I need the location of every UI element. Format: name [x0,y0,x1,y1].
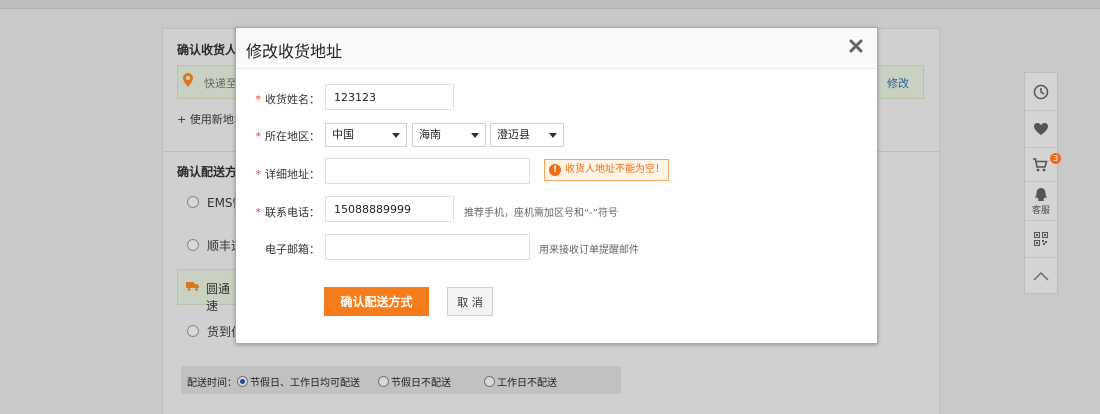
history-button[interactable] [1025,73,1057,110]
delivery-option-label: 圆通速 [206,282,231,313]
delivery-time-option-no-holiday[interactable]: 节假日不配送 [378,374,451,389]
top-strip [0,0,1100,9]
delivery-time-bar: 配送时间： 节假日、工作日均可配送 节假日不配送 工作日不配送 [181,366,621,394]
phone-hint: 推荐手机，座机需加区号和“-”符号 [464,208,618,219]
customer-service-button[interactable]: 客服 [1025,182,1057,220]
floating-sidebar: 3 客服 [1024,72,1061,294]
delivery-time-option-all[interactable]: 节假日、工作日均可配送 [237,374,360,389]
cart-icon [1033,157,1048,171]
name-label-text: 收货姓名： [265,93,320,106]
county-select[interactable]: 澄迈县 [490,123,564,147]
email-input[interactable] [325,234,530,260]
phone-label: * 联系电话： [236,204,321,220]
qrcode-icon [1034,232,1048,246]
delivery-time-option-label: 节假日、工作日均可配送 [250,378,360,389]
province-select-value: 海南 [419,128,441,141]
name-label: * 收货姓名： [236,91,321,107]
region-label: * 所在地区： [236,128,321,144]
address-error-text: 收货人地址不能为空！ [565,164,665,175]
confirm-delivery-button[interactable]: 确认配送方式 [324,287,429,316]
qq-icon [1035,187,1047,201]
warning-icon: ! [549,164,561,176]
modal-header: 修改收货地址 [236,28,877,69]
modify-address-link[interactable]: 修改 [887,75,909,91]
customer-service-label: 客服 [1031,205,1050,216]
radio-icon[interactable] [187,196,199,208]
radio-selected-icon[interactable] [237,376,248,387]
close-icon[interactable] [847,37,865,55]
country-select[interactable]: 中国 [325,123,407,147]
location-pin-icon [183,73,193,87]
country-select-value: 中国 [332,128,354,141]
heart-icon [1034,123,1048,135]
cancel-button[interactable]: 取 消 [447,287,493,316]
delivery-option-yto-selected[interactable]: 圆通速 [177,269,239,313]
province-select[interactable]: 海南 [412,123,486,147]
email-label-text: 电子邮箱： [265,243,320,256]
email-label: 电子邮箱： [236,241,320,257]
required-mark: * [255,93,262,106]
name-input[interactable] [325,84,454,110]
radio-icon[interactable] [187,239,199,251]
region-label-text: 所在地区： [265,130,320,143]
cart-count-badge: 3 [1050,152,1061,164]
chevron-up-icon [1033,271,1049,280]
chevron-down-icon [392,133,400,138]
required-mark: * [255,206,262,219]
required-mark: * [255,130,262,143]
required-mark: * [255,168,262,181]
delivery-time-option-label: 工作日不配送 [497,378,557,389]
favorites-button[interactable] [1025,111,1057,147]
address-error-tip: ! 收货人地址不能为空！ [544,159,669,181]
edit-address-modal: 修改收货地址 *收货姓名： *所在地区： 中国 海南 澄迈县 *详细地址： ! … [235,27,878,344]
cart-button[interactable]: 3 [1025,148,1061,181]
radio-icon[interactable] [378,376,389,387]
qrcode-button[interactable] [1025,221,1057,257]
delivery-time-option-label: 节假日不配送 [391,378,451,389]
county-select-value: 澄迈县 [497,128,530,141]
address-input[interactable] [325,158,530,184]
delivery-time-label: 配送时间： [187,378,237,389]
radio-icon[interactable] [187,325,199,337]
back-to-top-button[interactable] [1025,258,1057,293]
email-hint: 用来接收订单提醒邮件 [539,245,639,256]
modal-title: 修改收货地址 [246,42,343,61]
radio-icon[interactable] [484,376,495,387]
chevron-down-icon [549,133,557,138]
address-label: * 详细地址： [236,166,321,182]
address-text: 快递至 [204,77,237,90]
clock-icon [1033,84,1049,99]
truck-icon [186,282,199,291]
phone-label-text: 联系电话： [265,206,320,219]
address-label-text: 详细地址： [265,168,320,181]
delivery-time-option-no-workday[interactable]: 工作日不配送 [484,374,557,389]
chevron-down-icon [471,133,479,138]
phone-input[interactable] [325,196,454,222]
